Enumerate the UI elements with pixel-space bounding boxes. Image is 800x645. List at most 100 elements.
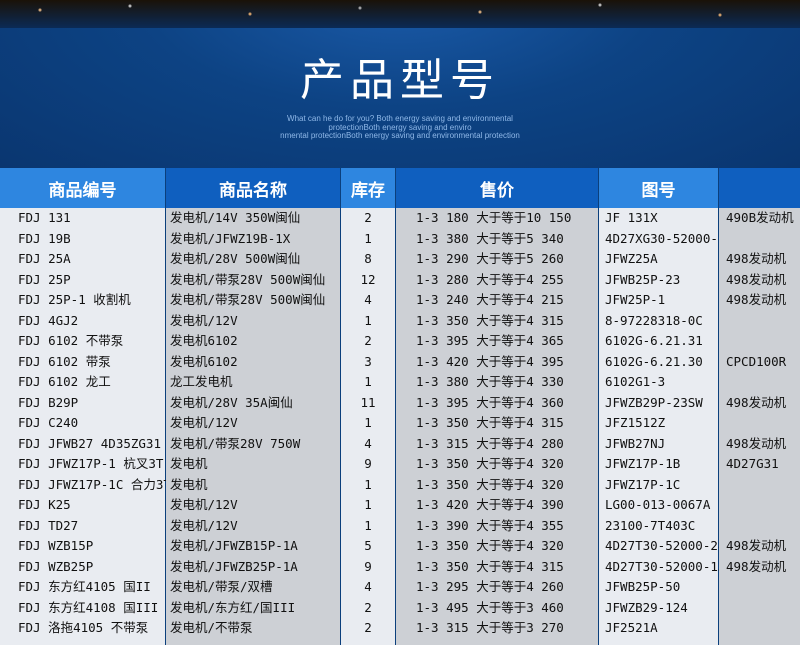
cell-drawing: JF 131X xyxy=(605,210,658,225)
header-price: 售价 xyxy=(396,168,598,208)
cell-extra: 490B发动机 xyxy=(726,210,794,225)
cell-drawing: JFWZB29-124 xyxy=(605,599,688,615)
cell-stock: 1 xyxy=(364,517,372,533)
cell-name: 发电机6102 xyxy=(170,333,238,348)
cell-stock: 4 xyxy=(364,435,372,451)
cell-name: 发电机/带泵28V 500W闽仙 xyxy=(170,271,326,287)
cell-drawing: JFWZ17P-1C xyxy=(605,476,681,492)
cell-stock: 9 xyxy=(364,558,372,574)
cell-name: 发电机/12V xyxy=(170,517,238,533)
cell-code: FDJ 25P xyxy=(18,271,71,287)
cell-code: FDJ JFWZ17P-1 杭叉3T xyxy=(18,456,164,471)
cell-price: 1-3 290 大于等于5 260 xyxy=(416,251,564,266)
cell-price: 1-3 315 大于等于4 280 xyxy=(416,435,564,451)
cell-name: 发电机/28V 500W闽仙 xyxy=(170,251,301,266)
cell-drawing: JFWZ17P-1B xyxy=(605,456,681,471)
cell-code: FDJ WZB15P xyxy=(18,538,94,553)
cell-price: 1-3 395 大于等于4 365 xyxy=(416,333,564,348)
cell-price: 1-3 420 大于等于4 395 xyxy=(416,353,564,369)
cell-extra: 498发动机 xyxy=(726,538,787,553)
cell-drawing: JFWB25P-23 xyxy=(605,271,681,287)
cell-extra: 498发动机 xyxy=(726,292,787,307)
header-banner: 产品型号 What can he do for you? Both energy… xyxy=(0,0,800,168)
cell-price: 1-3 240 大于等于4 215 xyxy=(416,292,564,307)
cell-price: 1-3 350 大于等于4 320 xyxy=(416,456,564,471)
cell-price: 1-3 295 大于等于4 260 xyxy=(416,579,564,594)
cell-name: 发电机/不带泵 xyxy=(170,620,253,635)
cell-stock: 1 xyxy=(364,374,372,389)
cell-extra: 4D27G31 xyxy=(726,456,779,471)
cell-code: FDJ WZB25P xyxy=(18,558,94,574)
cell-code: FDJ 东方红4105 国II xyxy=(18,579,151,594)
cell-code: FDJ 6102 不带泵 xyxy=(18,333,124,348)
cell-drawing: 6102G1-3 xyxy=(605,374,666,389)
cell-name: 发电机/28V 35A闽仙 xyxy=(170,394,293,410)
cell-price: 1-3 420 大于等于4 390 xyxy=(416,497,564,512)
cell-name: 发电机/带泵28V 750W xyxy=(170,435,301,451)
cell-stock: 4 xyxy=(364,579,372,594)
cell-stock: 1 xyxy=(364,497,372,512)
cell-stock: 1 xyxy=(364,312,372,328)
cell-stock: 2 xyxy=(364,210,372,225)
cell-name: 发电机/东方红/国III xyxy=(170,599,296,615)
cell-name: 发电机/JFWZB15P-1A xyxy=(170,538,298,553)
cell-code: FDJ 6102 龙工 xyxy=(18,374,111,389)
cell-drawing: 6102G-6.21.31 xyxy=(605,333,703,348)
cell-code: FDJ 131 xyxy=(18,210,71,225)
cell-extra xyxy=(719,577,726,598)
cell-extra xyxy=(719,495,726,516)
cell-stock: 11 xyxy=(360,394,376,410)
cell-extra: 498发动机 xyxy=(726,251,787,266)
cell-extra: 498发动机 xyxy=(726,558,787,574)
cell-drawing: 8-97228318-0C xyxy=(605,312,703,328)
cell-price: 1-3 350 大于等于4 315 xyxy=(416,558,564,574)
cell-code: FDJ 4GJ2 xyxy=(18,312,79,328)
cell-name: 发电机 xyxy=(170,456,208,471)
cell-extra xyxy=(719,598,726,619)
cell-price: 1-3 390 大于等于4 355 xyxy=(416,517,564,533)
cell-stock: 1 xyxy=(364,230,372,246)
cell-price: 1-3 350 大于等于4 315 xyxy=(416,312,564,328)
cell-extra xyxy=(719,618,726,639)
column-price: 1-3 180 大于等于10 150 1-3 380 大于等于5 340 1-3 2… xyxy=(396,208,598,645)
cell-stock: 1 xyxy=(364,476,372,492)
cell-stock: 8 xyxy=(364,251,372,266)
cell-price: 1-3 280 大于等于4 255 xyxy=(416,271,564,287)
cell-code: FDJ 25P-1 收割机 xyxy=(18,292,131,307)
cell-price: 1-3 315 大于等于3 270 xyxy=(416,620,564,635)
cell-stock: 3 xyxy=(364,353,372,369)
cell-drawing: 6102G-6.21.30 xyxy=(605,353,703,369)
cell-stock: 2 xyxy=(364,333,372,348)
cell-stock: 12 xyxy=(360,271,376,287)
cell-extra: 498发动机 xyxy=(726,271,787,287)
cell-price: 1-3 380 大于等于4 330 xyxy=(416,374,564,389)
column-code: FDJ 131 FDJ 19B FDJ 25A FDJ 25P FDJ 25P-1 收割… xyxy=(0,208,171,645)
column-name: 发电机/14V 350W闽仙 发电机/JFWZ19B-1X 发电机/28V 500W… xyxy=(166,208,340,645)
cell-code: FDJ B29P xyxy=(18,394,79,410)
cell-code: FDJ TD27 xyxy=(18,517,79,533)
cell-code: FDJ 19B xyxy=(18,230,71,246)
cell-name: 发电机/带泵/双槽 xyxy=(170,579,273,594)
column-drawing: JF 131X 4D27XG30-52000-1 JFWZ25A JFWB25P-23… xyxy=(599,208,725,645)
page-title: 产品型号 xyxy=(300,55,500,106)
cell-price: 1-3 180 大于等于10 150 xyxy=(416,210,572,225)
subtitle-line-3: nmental protectionBoth energy saving and… xyxy=(280,131,520,140)
cell-price: 1-3 350 大于等于4 320 xyxy=(416,476,564,492)
header-code: 商品编号 xyxy=(0,168,165,208)
cell-code: FDJ 洛拖4105 不带泵 xyxy=(18,620,149,635)
starry-sky-strip xyxy=(0,0,800,28)
cell-drawing: JFWZB29P-23SW xyxy=(605,394,703,410)
cell-drawing: JFWB25P-50 xyxy=(605,579,681,594)
cell-price: 1-3 350 大于等于4 320 xyxy=(416,538,564,553)
cell-stock: 5 xyxy=(364,538,372,553)
cell-extra xyxy=(719,331,726,352)
cell-code: FDJ JFWB27 4D35ZG31 xyxy=(18,435,161,451)
cell-name: 发电机/12V xyxy=(170,497,238,512)
cell-stock: 9 xyxy=(364,456,372,471)
cell-drawing: LG00-013-0067A xyxy=(605,497,711,512)
cell-extra xyxy=(719,413,726,434)
cell-extra xyxy=(719,311,726,332)
cell-code: FDJ C240 xyxy=(18,415,79,430)
header-extra xyxy=(719,168,800,208)
cell-drawing: 4D27XG30-52000-1 xyxy=(605,230,726,246)
